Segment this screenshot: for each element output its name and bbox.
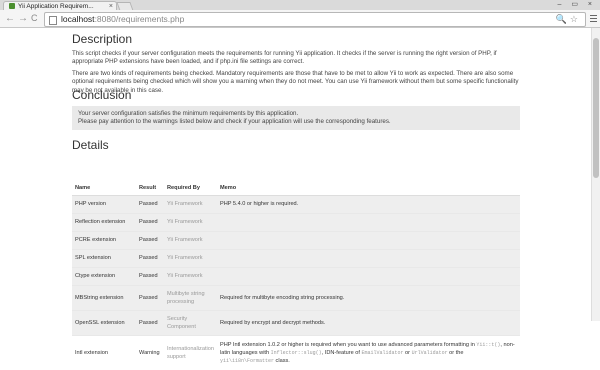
cell-required-by: Security Component — [164, 309, 217, 335]
cell-result: Passed — [136, 194, 164, 213]
forward-icon[interactable]: → — [18, 12, 28, 25]
conclusion-alert: Your server configuration satisfies the … — [72, 106, 520, 130]
cell-name: Intl extension — [72, 334, 136, 370]
cell-memo — [216, 212, 520, 231]
cell-name: SPL extension — [72, 248, 136, 267]
cell-name: Reflection extension — [72, 212, 136, 231]
url-path: :8080/requirements.php — [94, 14, 185, 24]
cell-result: Passed — [136, 266, 164, 285]
cell-memo: PHP Intl extension 1.0.2 or higher is re… — [216, 334, 520, 370]
cell-name: PHP version — [72, 194, 136, 213]
cell-required-by: Multibyte string processing — [164, 284, 217, 310]
memo-text: class. — [273, 357, 290, 364]
memo-code: yii\i18n\Formatter — [219, 357, 274, 364]
cell-result: Passed — [136, 284, 164, 310]
cell-name: Ctype extension — [72, 266, 136, 285]
table-row: OpenSSL extension Passed Security Compon… — [72, 309, 520, 335]
cell-required-by: Internationalization support — [164, 334, 217, 370]
back-icon[interactable]: ← — [5, 12, 15, 25]
table-row: SPL extension Passed Yii Framework — [72, 248, 520, 267]
conclusion-heading: Conclusion — [72, 88, 132, 102]
address-bar[interactable]: localhost:8080/requirements.php 🔍☆ — [44, 12, 586, 27]
cell-memo — [216, 248, 520, 267]
column-header-name: Name — [72, 182, 136, 196]
memo-code: EmailValidator — [361, 349, 404, 356]
table-row: PHP version Passed Yii Framework PHP 5.4… — [72, 194, 520, 213]
memo-text: PHP Intl extension 1.0.2 or higher is re… — [219, 341, 477, 348]
cell-name: OpenSSL extension — [72, 309, 136, 335]
window-controls[interactable]: – ▭ × — [558, 0, 596, 9]
favicon-icon — [9, 3, 15, 9]
tab-strip: Yii Application Requirem... × – ▭ × — [0, 0, 600, 11]
cell-result: Warning — [136, 334, 164, 370]
menu-icon[interactable] — [590, 13, 597, 24]
description-heading: Description — [72, 32, 133, 46]
table-row: Reflection extension Passed Yii Framewor… — [72, 212, 520, 231]
cell-memo: PHP 5.4.0 or higher is required. — [216, 194, 520, 213]
cell-memo — [216, 266, 520, 285]
zoom-bookmark-icons[interactable]: 🔍☆ — [556, 13, 581, 26]
cell-memo: Required by encrypt and decrypt methods. — [216, 309, 520, 335]
column-header-result: Result — [136, 182, 164, 196]
page-scrollbar[interactable] — [591, 28, 600, 321]
cell-memo — [216, 230, 520, 249]
table-header-row: Name Result Required By Memo — [72, 182, 520, 196]
scrollbar-thumb[interactable] — [593, 38, 599, 178]
description-paragraph-1: This script checks if your server config… — [72, 50, 497, 66]
cell-required-by: Yii Framework — [164, 212, 217, 231]
column-header-required-by: Required By — [164, 182, 217, 196]
description-paragraph-2: There are two kinds of requirements bein… — [72, 70, 519, 94]
cell-name: PCRE extension — [72, 230, 136, 249]
url-text: localhost:8080/requirements.php — [61, 13, 184, 26]
cell-result: Passed — [136, 248, 164, 267]
memo-text: or — [403, 349, 412, 356]
requirements-table: Name Result Required By Memo PHP version… — [72, 182, 520, 370]
page-icon — [49, 16, 57, 25]
cell-memo: Required for multibyte encoding string p… — [216, 284, 520, 310]
cell-result: Passed — [136, 309, 164, 335]
cell-required-by: Yii Framework — [164, 194, 217, 213]
cell-required-by: Yii Framework — [164, 230, 217, 249]
memo-code: UrlValidator — [411, 349, 448, 356]
cell-result: Passed — [136, 212, 164, 231]
table-row: Ctype extension Passed Yii Framework — [72, 266, 520, 285]
conclusion-line-2: Please pay attention to the warnings lis… — [78, 118, 391, 125]
details-heading: Details — [72, 138, 109, 152]
cell-name: MBString extension — [72, 284, 136, 310]
memo-code: Yii::t() — [476, 341, 501, 348]
memo-code: Inflector::slug() — [270, 349, 322, 356]
memo-text: , IDN-feature of — [321, 349, 362, 356]
browser-toolbar: ← → C localhost:8080/requirements.php 🔍☆ — [0, 10, 600, 28]
reload-icon[interactable]: C — [31, 12, 38, 25]
table-row: Intl extension Warning Internationalizat… — [72, 334, 520, 370]
cell-required-by: Yii Framework — [164, 266, 217, 285]
table-row: PCRE extension Passed Yii Framework — [72, 230, 520, 249]
cell-result: Passed — [136, 230, 164, 249]
table-row: MBString extension Passed Multibyte stri… — [72, 284, 520, 310]
memo-text: or the — [447, 349, 464, 356]
url-host: localhost — [61, 14, 95, 24]
column-header-memo: Memo — [216, 182, 520, 196]
cell-required-by: Yii Framework — [164, 248, 217, 267]
